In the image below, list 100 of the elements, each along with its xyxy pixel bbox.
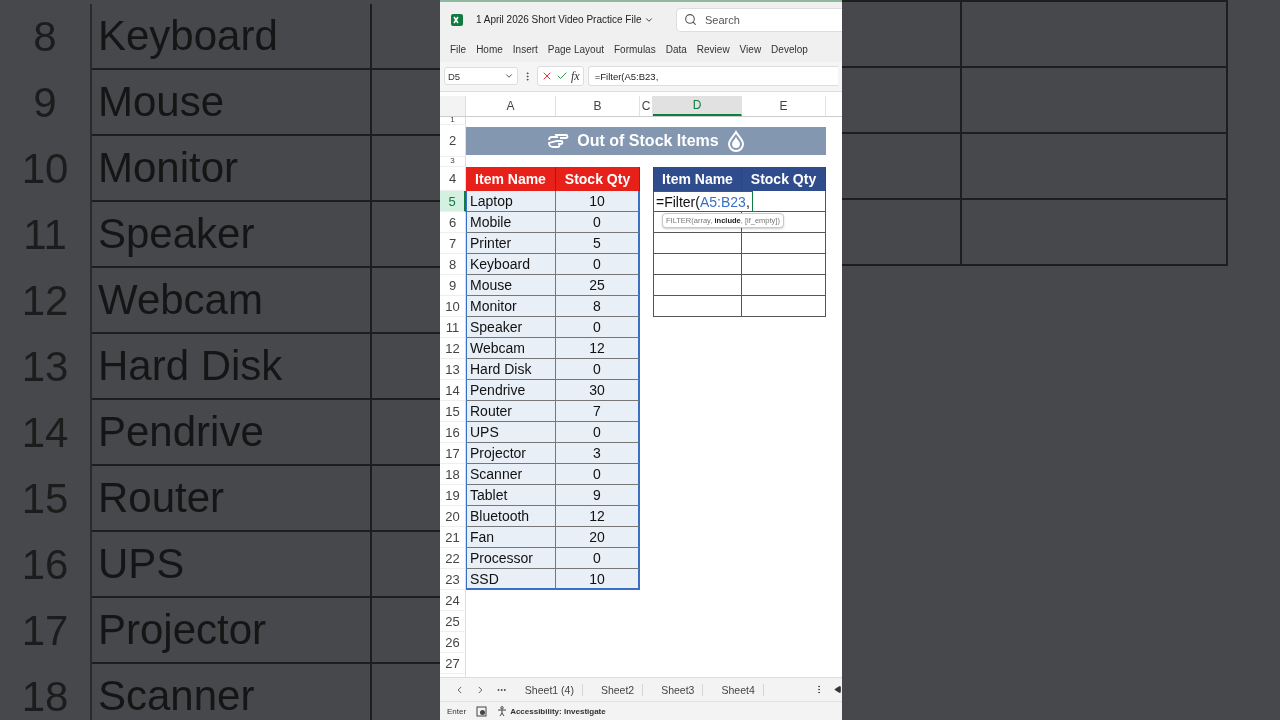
- ribbon-tab[interactable]: Insert: [512, 44, 538, 56]
- macro-record-icon[interactable]: [476, 705, 488, 717]
- accessibility-status[interactable]: Accessibility: Investigate: [497, 706, 606, 717]
- row-header[interactable]: 12: [440, 338, 466, 360]
- spreadsheet-app-icon: [450, 12, 464, 27]
- table-cell: Processor: [466, 548, 556, 570]
- accessibility-icon: [497, 706, 508, 717]
- ribbon-tab[interactable]: Formulas: [614, 44, 656, 56]
- insert-function-button[interactable]: fx: [571, 68, 580, 84]
- header-cell: Stock Qty: [742, 167, 826, 192]
- row-header[interactable]: 26: [440, 632, 466, 654]
- table-cell: 0: [556, 212, 640, 234]
- table-cell: 12: [556, 338, 640, 360]
- ribbon-tab[interactable]: Page Layout: [547, 44, 604, 56]
- table-cell: Tablet: [466, 485, 556, 507]
- row-header[interactable]: 9: [440, 275, 466, 297]
- table-cell: Printer: [466, 233, 556, 255]
- table-cell: 7: [556, 401, 640, 423]
- ribbon-tab[interactable]: Data: [665, 44, 687, 56]
- column-header[interactable]: C: [640, 96, 653, 117]
- search-icon: [684, 12, 697, 26]
- table-cell: 10: [556, 191, 640, 213]
- search-field[interactable]: Search: [676, 7, 842, 32]
- table-cell: 20: [556, 527, 640, 549]
- table-cell: SSD: [466, 569, 556, 591]
- row-header[interactable]: 22: [440, 548, 466, 570]
- table-cell: Webcam: [466, 338, 556, 360]
- header-cell: Stock Qty: [556, 167, 640, 192]
- ribbon-tab[interactable]: View: [739, 44, 762, 56]
- row-header[interactable]: 16: [440, 422, 466, 444]
- sheet-tab[interactable]: Sheet4: [713, 683, 764, 696]
- table-cell: Keyboard: [466, 254, 556, 276]
- formula-cell[interactable]: =Filter(A5:B23,: [653, 191, 753, 213]
- scroll-left-icon[interactable]: [833, 685, 842, 695]
- table-cell: Router: [466, 401, 556, 423]
- window-title[interactable]: 1 April 2026 Short Video Practice File: [476, 14, 655, 26]
- row-header[interactable]: 11: [440, 317, 466, 339]
- table-cell: 12: [556, 506, 640, 528]
- ribbon-tab[interactable]: Develop: [771, 44, 808, 56]
- ribbon-tab[interactable]: Review: [696, 44, 730, 56]
- header-cell: Item Name: [466, 167, 556, 192]
- row-header[interactable]: 4: [440, 167, 466, 192]
- table-cell: 0: [556, 422, 640, 444]
- row-header[interactable]: 20: [440, 506, 466, 528]
- ribbon-tab[interactable]: Home: [476, 44, 503, 56]
- row-header[interactable]: 5: [440, 191, 466, 213]
- row-header[interactable]: 18: [440, 464, 466, 486]
- row-header[interactable]: 24: [440, 590, 466, 612]
- table-cell: 8: [556, 296, 640, 318]
- table-cell: 0: [556, 464, 640, 486]
- table-cell: 3: [556, 443, 640, 465]
- row-header[interactable]: 7: [440, 233, 466, 255]
- name-box[interactable]: D5: [444, 67, 518, 86]
- table-cell: Mobile: [466, 212, 556, 234]
- row-header[interactable]: 15: [440, 401, 466, 423]
- table-cell: Laptop: [466, 191, 556, 213]
- table-cell: 25: [556, 275, 640, 297]
- drop-icon: [726, 130, 745, 153]
- row-header[interactable]: 10: [440, 296, 466, 318]
- table-cell: Scanner: [466, 464, 556, 486]
- row-header[interactable]: 3: [440, 157, 466, 168]
- table-cell: 30: [556, 380, 640, 402]
- table-cell: Projector: [466, 443, 556, 465]
- row-header[interactable]: 27: [440, 653, 466, 675]
- table-cell: 10: [556, 569, 640, 591]
- sheet-tab[interactable]: Sheet3: [653, 683, 704, 696]
- row-header[interactable]: 21: [440, 527, 466, 549]
- table-cell: 0: [556, 317, 640, 339]
- row-header[interactable]: 13: [440, 359, 466, 381]
- table-cell: Fan: [466, 527, 556, 549]
- formula-field[interactable]: =Filter(A5:B23,: [587, 66, 838, 87]
- status-mode: Enter: [447, 706, 467, 716]
- row-header[interactable]: 6: [440, 212, 466, 234]
- row-header[interactable]: 25: [440, 611, 466, 633]
- table-cell: Pendrive: [466, 380, 556, 402]
- row-header[interactable]: 14: [440, 380, 466, 402]
- header-cell: Item Name: [653, 167, 742, 192]
- pointing-hand-icon: [547, 132, 570, 151]
- table-cell: 0: [556, 359, 640, 381]
- row-header[interactable]: 8: [440, 254, 466, 276]
- table-cell: 0: [556, 548, 640, 570]
- ribbon-tab[interactable]: File: [450, 44, 467, 56]
- row-header[interactable]: 17: [440, 443, 466, 465]
- column-header[interactable]: D: [653, 96, 742, 117]
- table-cell: Hard Disk: [466, 359, 556, 381]
- table-cell: Mouse: [466, 275, 556, 297]
- row-header[interactable]: 23: [440, 569, 466, 591]
- row-header[interactable]: 1: [440, 117, 466, 126]
- row-header[interactable]: 19: [440, 485, 466, 507]
- table-cell: Monitor: [466, 296, 556, 318]
- row-header[interactable]: 2: [440, 125, 466, 158]
- table-cell: Bluetooth: [466, 506, 556, 528]
- sheet-tab[interactable]: Sheet2: [592, 683, 644, 696]
- sheet-tab[interactable]: Sheet1 (4): [516, 683, 583, 696]
- table-cell: 5: [556, 233, 640, 255]
- table-cell: UPS: [466, 422, 556, 444]
- table-cell: 9: [556, 485, 640, 507]
- banner-title: Out of Stock Items: [577, 132, 719, 151]
- table-cell: 0: [556, 254, 640, 276]
- table-cell: Speaker: [466, 317, 556, 339]
